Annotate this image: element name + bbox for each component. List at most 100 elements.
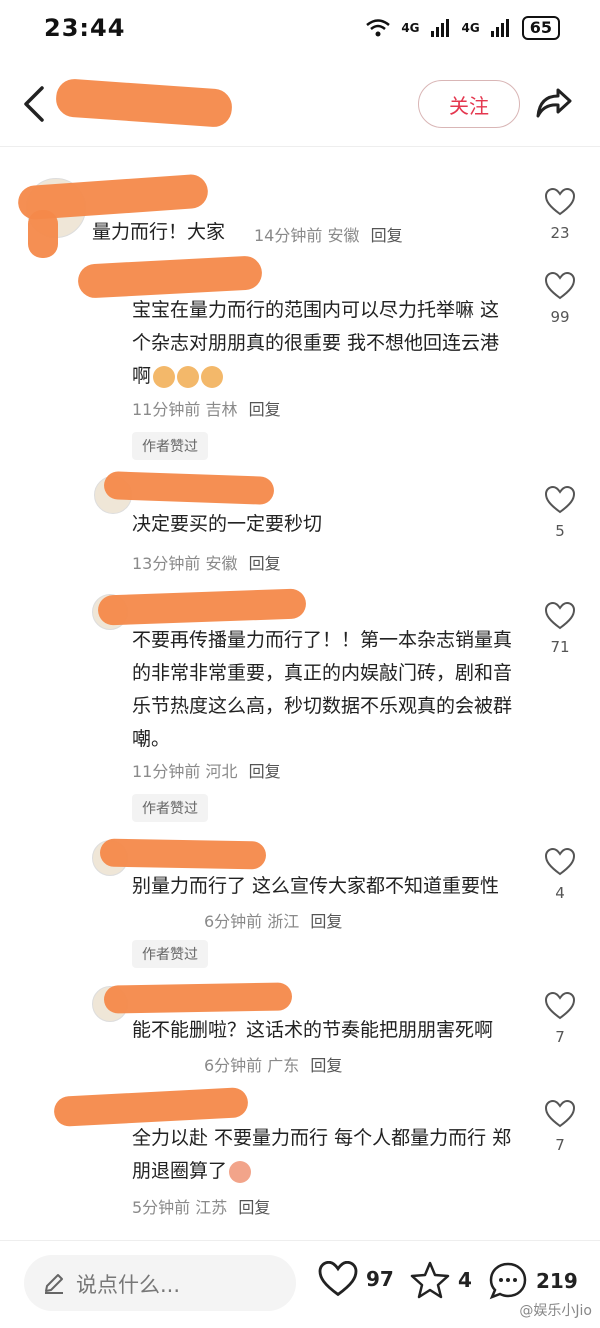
praying-hands-icon bbox=[229, 1160, 252, 1183]
comment-location: 江苏 bbox=[195, 1198, 228, 1217]
comment-text: 量力而行！大家 bbox=[92, 216, 262, 249]
comment-time: 5分钟前 bbox=[132, 1198, 191, 1217]
heart-icon bbox=[545, 848, 575, 876]
comment-text: 能不能删啦？这话术的节奏能把朋朋害死啊 bbox=[132, 1014, 512, 1047]
comment-text: 决定要买的一定要秒切 bbox=[132, 508, 512, 541]
like-count: 71 bbox=[550, 638, 570, 656]
comment-text: 全力以赴 不要量力而行 每个人都量力而行 郑朋退圈算了 bbox=[132, 1122, 512, 1188]
status-time: 23:44 bbox=[44, 14, 126, 42]
redacted-username bbox=[103, 471, 275, 505]
comment-bubble-icon bbox=[489, 1262, 527, 1300]
author-liked-badge: 作者赞过 bbox=[132, 794, 208, 822]
heart-icon bbox=[545, 1100, 575, 1128]
like-count: 7 bbox=[555, 1028, 565, 1046]
comment-meta: 11分钟前 河北 回复 bbox=[132, 758, 281, 782]
reply-button[interactable]: 回复 bbox=[310, 912, 342, 931]
comment-meta: 13分钟前 安徽 回复 bbox=[132, 550, 281, 574]
redacted-username bbox=[99, 838, 267, 870]
crying-emoji-icon bbox=[177, 365, 200, 388]
comment-time: 13分钟前 bbox=[132, 554, 201, 573]
battery-icon: 65 bbox=[521, 16, 560, 40]
redacted-username bbox=[77, 255, 263, 299]
heart-icon bbox=[545, 272, 575, 300]
comments-button[interactable]: 219 bbox=[488, 1261, 578, 1301]
like-button[interactable]: 71 bbox=[540, 602, 580, 656]
comment-meta: 5分钟前 江苏 回复 bbox=[132, 1194, 270, 1218]
comment-count: 219 bbox=[536, 1269, 578, 1293]
comment-meta: 6分钟前 广东 回复 bbox=[204, 1052, 342, 1076]
comment-location: 安徽 bbox=[205, 554, 238, 573]
top-bar: 关注 bbox=[0, 62, 600, 147]
comment-meta: 11分钟前 吉林 回复 bbox=[132, 396, 281, 420]
status-bar: 23:44 4G 4G 65 bbox=[0, 0, 600, 60]
redacted-username bbox=[97, 588, 307, 626]
back-icon[interactable] bbox=[20, 84, 50, 124]
comment-text: 别量力而行了 这么宣传大家都不知道重要性 bbox=[132, 870, 512, 903]
author-liked-badge: 作者赞过 bbox=[132, 940, 208, 968]
star-icon bbox=[410, 1261, 450, 1299]
comment-location: 安徽 bbox=[327, 226, 360, 245]
heart-icon bbox=[318, 1261, 358, 1297]
comment-meta: 6分钟前 浙江 回复 bbox=[204, 908, 342, 932]
comment-time: 11分钟前 bbox=[132, 762, 201, 781]
redacted-username bbox=[54, 77, 234, 129]
comment-location: 浙江 bbox=[267, 912, 300, 931]
favorite-button[interactable]: 4 bbox=[410, 1261, 472, 1299]
reply-button[interactable]: 回复 bbox=[371, 226, 403, 245]
like-count: 5 bbox=[555, 522, 565, 540]
like-count: 4 bbox=[555, 884, 565, 902]
comment-time: 6分钟前 bbox=[204, 1056, 263, 1075]
comment-location: 吉林 bbox=[205, 400, 238, 419]
redacted-username bbox=[103, 982, 293, 1014]
heart-icon bbox=[545, 602, 575, 630]
like-post-button[interactable]: 97 bbox=[318, 1261, 394, 1297]
comment-meta: 14分钟前 安徽 回复 bbox=[254, 222, 403, 246]
favorite-count: 4 bbox=[458, 1268, 472, 1292]
comment-text-content: 全力以赴 不要量力而行 每个人都量力而行 郑朋退圈算了 bbox=[132, 1127, 512, 1182]
like-button[interactable]: 7 bbox=[540, 992, 580, 1046]
like-count: 99 bbox=[550, 308, 570, 326]
comment-time: 14分钟前 bbox=[254, 226, 323, 245]
comment-text: 宝宝在量力而行的范围内可以尽力托举嘛 这个杂志对朋朋真的很重要 我不想他回连云港… bbox=[132, 294, 512, 393]
heart-icon bbox=[545, 188, 575, 216]
heart-icon bbox=[545, 992, 575, 1020]
like-button[interactable]: 23 bbox=[540, 188, 580, 242]
bottom-action-bar: 说点什么... 97 4 219 bbox=[0, 1240, 600, 1328]
comment-text-content: 决定要买的一定要秒切 bbox=[132, 513, 323, 535]
wifi-icon bbox=[366, 19, 391, 37]
like-count: 7 bbox=[555, 1136, 565, 1154]
comment-location: 河北 bbox=[205, 762, 238, 781]
status-icons: 4G 4G 65 bbox=[365, 16, 560, 40]
follow-button[interactable]: 关注 bbox=[418, 80, 520, 128]
signal-icon bbox=[430, 19, 449, 37]
author-liked-badge: 作者赞过 bbox=[132, 432, 208, 460]
like-count: 23 bbox=[550, 224, 570, 242]
comment-text: 不要再传播量力而行了！！第一本杂志销量真的非常非常重要，真正的内娱敲门砖，剧和音… bbox=[132, 624, 512, 756]
comment-text-content: 量力而行！大家 bbox=[92, 221, 226, 243]
comment-time: 6分钟前 bbox=[204, 912, 263, 931]
watermark: @娱乐小Jio bbox=[519, 1303, 592, 1319]
heart-icon bbox=[545, 486, 575, 514]
post-like-count: 97 bbox=[366, 1267, 394, 1291]
network-label: 4G bbox=[401, 21, 420, 35]
reply-button[interactable]: 回复 bbox=[249, 400, 281, 419]
redacted-avatar bbox=[28, 210, 58, 258]
comment-location: 广东 bbox=[267, 1056, 300, 1075]
comment-text-content: 能不能删啦？这话术的节奏能把朋朋害死啊 bbox=[132, 1019, 494, 1041]
crying-emoji-icon bbox=[153, 365, 176, 388]
share-icon[interactable] bbox=[534, 82, 574, 122]
comment-time: 11分钟前 bbox=[132, 400, 201, 419]
comment-input-placeholder: 说点什么... bbox=[76, 1273, 181, 1297]
reply-button[interactable]: 回复 bbox=[238, 1198, 270, 1217]
reply-button[interactable]: 回复 bbox=[249, 554, 281, 573]
crying-emoji-icon bbox=[201, 365, 224, 388]
like-button[interactable]: 5 bbox=[540, 486, 580, 540]
like-button[interactable]: 99 bbox=[540, 272, 580, 326]
reply-button[interactable]: 回复 bbox=[249, 762, 281, 781]
pencil-icon bbox=[45, 1274, 63, 1294]
reply-button[interactable]: 回复 bbox=[310, 1056, 342, 1075]
comment-text-content: 别量力而行了 这么宣传大家都不知道重要性 bbox=[132, 875, 500, 897]
like-button[interactable]: 7 bbox=[540, 1100, 580, 1154]
comment-input[interactable]: 说点什么... bbox=[24, 1255, 296, 1311]
like-button[interactable]: 4 bbox=[540, 848, 580, 902]
